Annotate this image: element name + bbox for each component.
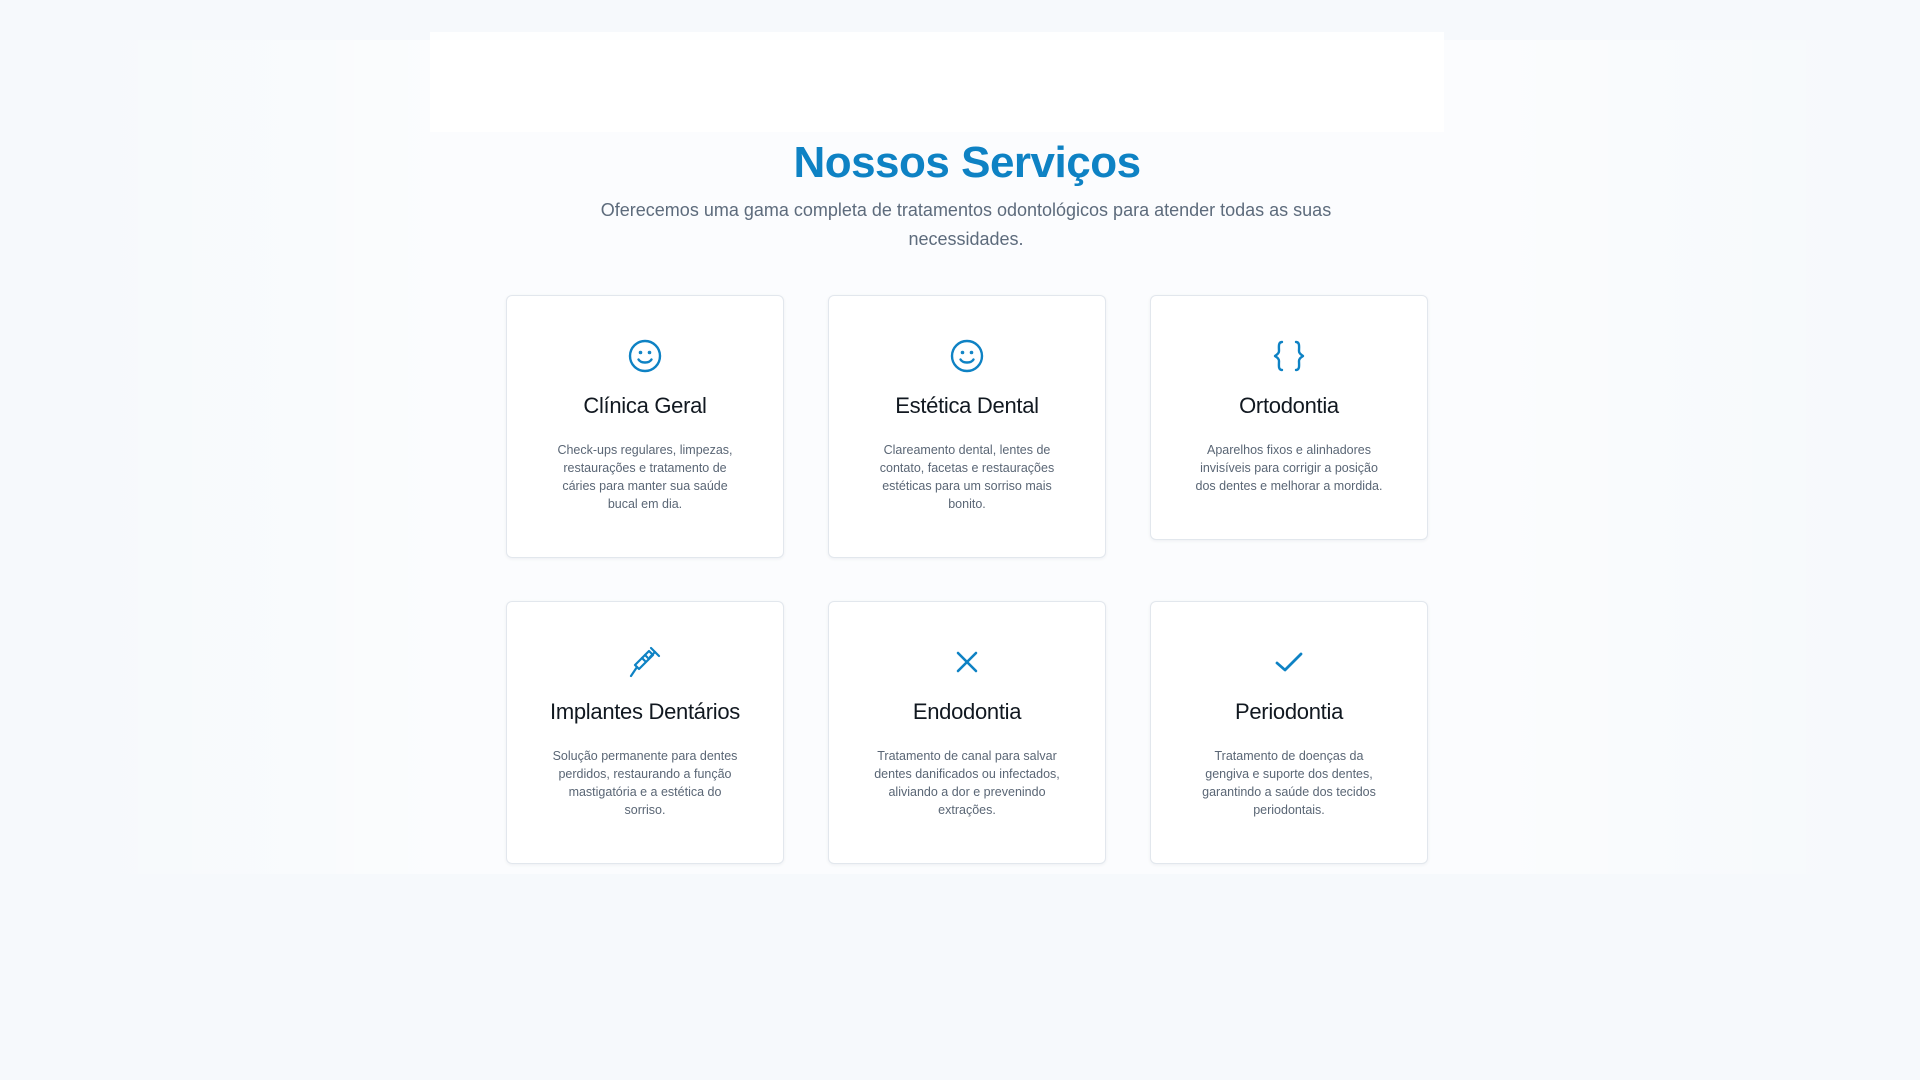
service-card-estetica-dental[interactable]: Estética Dental Clareamento dental, lent… <box>828 295 1106 558</box>
service-title: Implantes Dentários <box>550 699 740 724</box>
service-description: Clareamento dental, lentes de contato, f… <box>879 443 1055 511</box>
service-description: Check-ups regulares, limpezas, restauraç… <box>557 443 733 511</box>
section-title: Nossos Serviços <box>793 138 1141 187</box>
service-card-implantes[interactable]: Implantes Dentários Solução permanente p… <box>506 601 784 864</box>
header-placeholder <box>430 32 1444 132</box>
service-card-clinica-geral[interactable]: Clínica Geral Check-ups regulares, limpe… <box>506 295 784 558</box>
service-description: Solução permanente para dentes perdidos,… <box>552 749 738 817</box>
service-title: Clínica Geral <box>583 393 707 418</box>
section-subtitle: Oferecemos uma gama completa de tratamen… <box>600 200 1332 249</box>
services-grid: Clínica Geral Check-ups regulares, limpe… <box>506 295 1428 864</box>
service-title: Endodontia <box>912 699 1022 724</box>
service-card-ortodontia[interactable]: Ortodontia Aparelhos fixos e alinhadores… <box>1150 295 1428 540</box>
braces-icon <box>1271 338 1307 374</box>
service-title: Ortodontia <box>1239 393 1339 418</box>
service-description: Aparelhos fixos e alinhadores invisíveis… <box>1195 443 1383 493</box>
service-description: Tratamento de canal para salvar dentes d… <box>874 749 1060 817</box>
x-icon <box>949 644 985 680</box>
page: Nossos Serviços Oferecemos uma gama comp… <box>0 0 1920 1080</box>
service-description: Tratamento de doenças da gengiva e supor… <box>1202 749 1376 817</box>
service-card-endodontia[interactable]: Endodontia Tratamento de canal para salv… <box>828 601 1106 864</box>
check-icon <box>1271 644 1307 680</box>
syringe-icon <box>627 644 663 680</box>
service-card-periodontia[interactable]: Periodontia Tratamento de doenças da gen… <box>1150 601 1428 864</box>
service-title: Estética Dental <box>895 393 1039 418</box>
smile-icon <box>627 338 663 374</box>
service-title: Periodontia <box>1235 699 1343 724</box>
smile-icon <box>949 338 985 374</box>
